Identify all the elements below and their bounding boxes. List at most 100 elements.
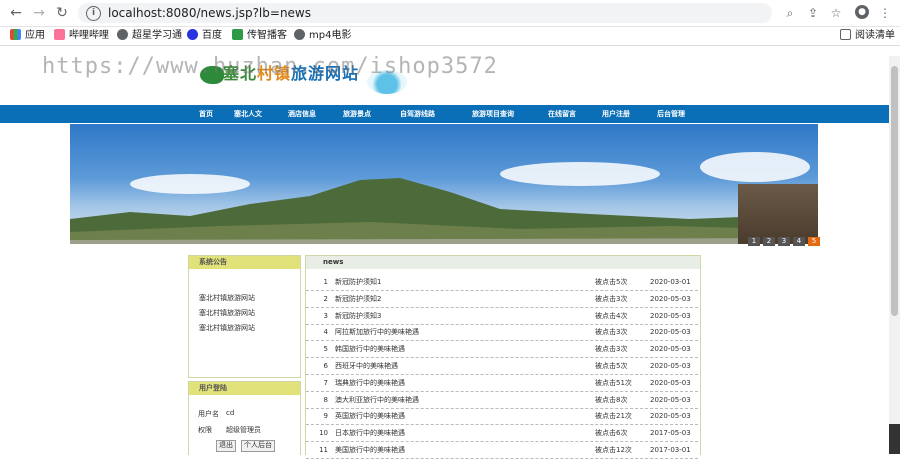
news-row[interactable]: 7 瑞典旅行中的美味艳遇 被点击51次 2020-05-03: [306, 375, 698, 392]
news-date: 2020-05-03: [650, 412, 691, 421]
url-text[interactable]: localhost:8080/news.jsp?lb=news: [108, 6, 311, 20]
apps-grid-icon: [10, 29, 21, 40]
baidu-paw-icon: [187, 29, 198, 40]
news-date: 2020-05-03: [650, 395, 691, 404]
address-bar[interactable]: i localhost:8080/news.jsp?lb=news: [78, 3, 772, 23]
bookmark-label: 传智播客: [247, 30, 287, 41]
username-value: cd: [226, 409, 235, 417]
login-panel: 用户登陆 用户名 cd 权限 超级管理员 退出 个人后台: [188, 381, 301, 455]
news-row[interactable]: 9 英国旅行中的美味艳遇 被点击21次 2020-05-03: [306, 408, 698, 426]
news-index: 3: [323, 311, 328, 320]
news-title[interactable]: 韩国旅行中的美味艳遇: [335, 341, 405, 357]
main-nav: 首页 塞北人文 酒店信息 旅游景点 自驾游线路 旅游项目查询 在线留言 用户注册…: [0, 105, 889, 123]
news-date: 2020-05-03: [650, 328, 691, 337]
banner-page-3[interactable]: 3: [778, 237, 790, 246]
bookmark-apps[interactable]: 应用: [10, 29, 45, 43]
nav-admin[interactable]: 后台管理: [657, 108, 685, 120]
news-row[interactable]: 1 新冠防护须知1 被点击5次 2020-03-01: [306, 274, 698, 291]
role-value: 超级管理员: [226, 426, 261, 434]
bookmarks-bar: 应用 哔哩哔哩 超星学习通 百度 传智播客 mp4电影 阅读清单: [0, 27, 900, 46]
news-row[interactable]: 8 澳大利亚旅行中的美味艳遇 被点击8次 2020-05-03: [306, 392, 698, 409]
side-floating-tab[interactable]: [889, 424, 900, 454]
chuanzhi-icon: [232, 29, 243, 40]
bookmark-baidu[interactable]: 百度: [187, 29, 222, 43]
login-panel-title: 用户登陆: [189, 382, 300, 395]
notice-item[interactable]: 塞北村镇旅游网站: [199, 323, 255, 333]
notice-panel: 系统公告 塞北村镇旅游网站 塞北村镇旅游网站 塞北村镇旅游网站: [188, 255, 301, 378]
nav-attractions[interactable]: 旅游景点: [343, 108, 371, 120]
news-date: 2020-05-03: [650, 378, 691, 387]
zoom-icon[interactable]: ⌕: [782, 5, 798, 21]
page-scrollbar[interactable]: [889, 56, 900, 454]
notice-item[interactable]: 塞北村镇旅游网站: [199, 293, 255, 303]
news-row[interactable]: 11 美国旅行中的美味艳遇 被点击12次 2017-03-01: [306, 442, 698, 459]
browser-toolbar: ← → ↻ i localhost:8080/news.jsp?lb=news …: [0, 0, 900, 27]
banner-page-2[interactable]: 2: [763, 237, 775, 246]
news-index: 11: [319, 446, 328, 454]
watermark-text: https://www.huzhan.com/ishop3572: [42, 54, 498, 79]
news-row[interactable]: 3 新冠防护须知3 被点击4次 2020-05-03: [306, 308, 698, 325]
news-title[interactable]: 澳大利亚旅行中的美味艳遇: [335, 392, 419, 408]
news-title[interactable]: 西班牙中的美味艳遇: [335, 358, 398, 374]
news-title[interactable]: 日本旅行中的美味艳遇: [335, 425, 405, 441]
bookmark-star-icon[interactable]: ☆: [828, 5, 844, 21]
news-date: 2020-05-03: [650, 345, 691, 354]
news-views: 被点击51次: [595, 378, 632, 387]
forward-arrow-icon[interactable]: →: [31, 5, 47, 21]
profile-avatar-icon[interactable]: ●: [855, 5, 869, 19]
notice-item[interactable]: 塞北村镇旅游网站: [199, 308, 255, 318]
bookmark-label: mp4电影: [309, 30, 352, 41]
news-index: 8: [323, 395, 328, 404]
news-index: 1: [323, 278, 328, 286]
nav-culture[interactable]: 塞北人文: [234, 108, 262, 120]
nav-home[interactable]: 首页: [199, 108, 213, 120]
banner-page-1[interactable]: 1: [748, 237, 760, 246]
news-row[interactable]: 5 韩国旅行中的美味艳遇 被点击3次 2020-05-03: [306, 341, 698, 359]
news-date: 2017-03-01: [650, 446, 691, 454]
news-views: 被点击12次: [595, 446, 632, 454]
news-date: 2017-05-03: [650, 429, 691, 438]
news-title[interactable]: 新冠防护须知2: [335, 291, 381, 307]
bookmark-label: 应用: [25, 30, 45, 41]
news-views: 被点击8次: [595, 395, 628, 404]
nav-drive-routes[interactable]: 自驾游线路: [400, 108, 435, 120]
reload-icon[interactable]: ↻: [54, 5, 70, 21]
news-row[interactable]: 10 日本旅行中的美味艳遇 被点击6次 2017-05-03: [306, 425, 698, 443]
share-icon[interactable]: ⇪: [805, 5, 821, 21]
news-views: 被点击5次: [595, 278, 628, 286]
news-row[interactable]: 4 阿拉斯加旅行中的美味艳遇 被点击3次 2020-05-03: [306, 324, 698, 342]
news-row[interactable]: 2 新冠防护须知2 被点击3次 2020-05-03: [306, 291, 698, 308]
news-row[interactable]: 6 西班牙中的美味艳遇 被点击5次 2020-05-03: [306, 358, 698, 375]
bookmark-chuanzhi[interactable]: 传智播客: [232, 29, 287, 43]
news-title[interactable]: 新冠防护须知3: [335, 308, 381, 324]
nav-guestbook[interactable]: 在线留言: [548, 108, 576, 120]
news-date: 2020-05-03: [650, 362, 691, 370]
mountain-landscape: [70, 178, 818, 244]
site-info-icon[interactable]: i: [86, 6, 101, 21]
notice-panel-title: 系统公告: [189, 256, 300, 269]
logout-button[interactable]: 退出: [216, 440, 236, 452]
banner-page-4[interactable]: 4: [793, 237, 805, 246]
news-views: 被点击6次: [595, 429, 628, 438]
great-wall-tower: [738, 184, 818, 244]
back-arrow-icon[interactable]: ←: [8, 5, 24, 21]
personal-backend-button[interactable]: 个人后台: [241, 440, 275, 452]
globe-icon: [117, 29, 128, 40]
nav-project-search[interactable]: 旅游项目查询: [472, 108, 514, 120]
bookmark-bilibili[interactable]: 哔哩哔哩: [54, 29, 109, 43]
scrollbar-thumb[interactable]: [891, 66, 898, 316]
news-title[interactable]: 瑞典旅行中的美味艳遇: [335, 375, 405, 391]
news-title[interactable]: 新冠防护须知1: [335, 274, 381, 290]
nav-hotels[interactable]: 酒店信息: [288, 108, 316, 120]
bookmark-mp4[interactable]: mp4电影: [294, 29, 351, 43]
reading-list[interactable]: 阅读清单: [840, 29, 895, 43]
news-title[interactable]: 美国旅行中的美味艳遇: [335, 442, 405, 458]
news-title[interactable]: 英国旅行中的美味艳遇: [335, 408, 405, 424]
bookmark-chaoxing[interactable]: 超星学习通: [117, 29, 182, 43]
banner-page-5[interactable]: 5: [808, 237, 820, 246]
role-row: 权限 超级管理员: [198, 425, 261, 435]
bookmark-label: 百度: [202, 30, 222, 41]
nav-register[interactable]: 用户注册: [602, 108, 630, 120]
menu-dots-icon[interactable]: ⋮: [877, 5, 893, 21]
news-title[interactable]: 阿拉斯加旅行中的美味艳遇: [335, 324, 419, 340]
